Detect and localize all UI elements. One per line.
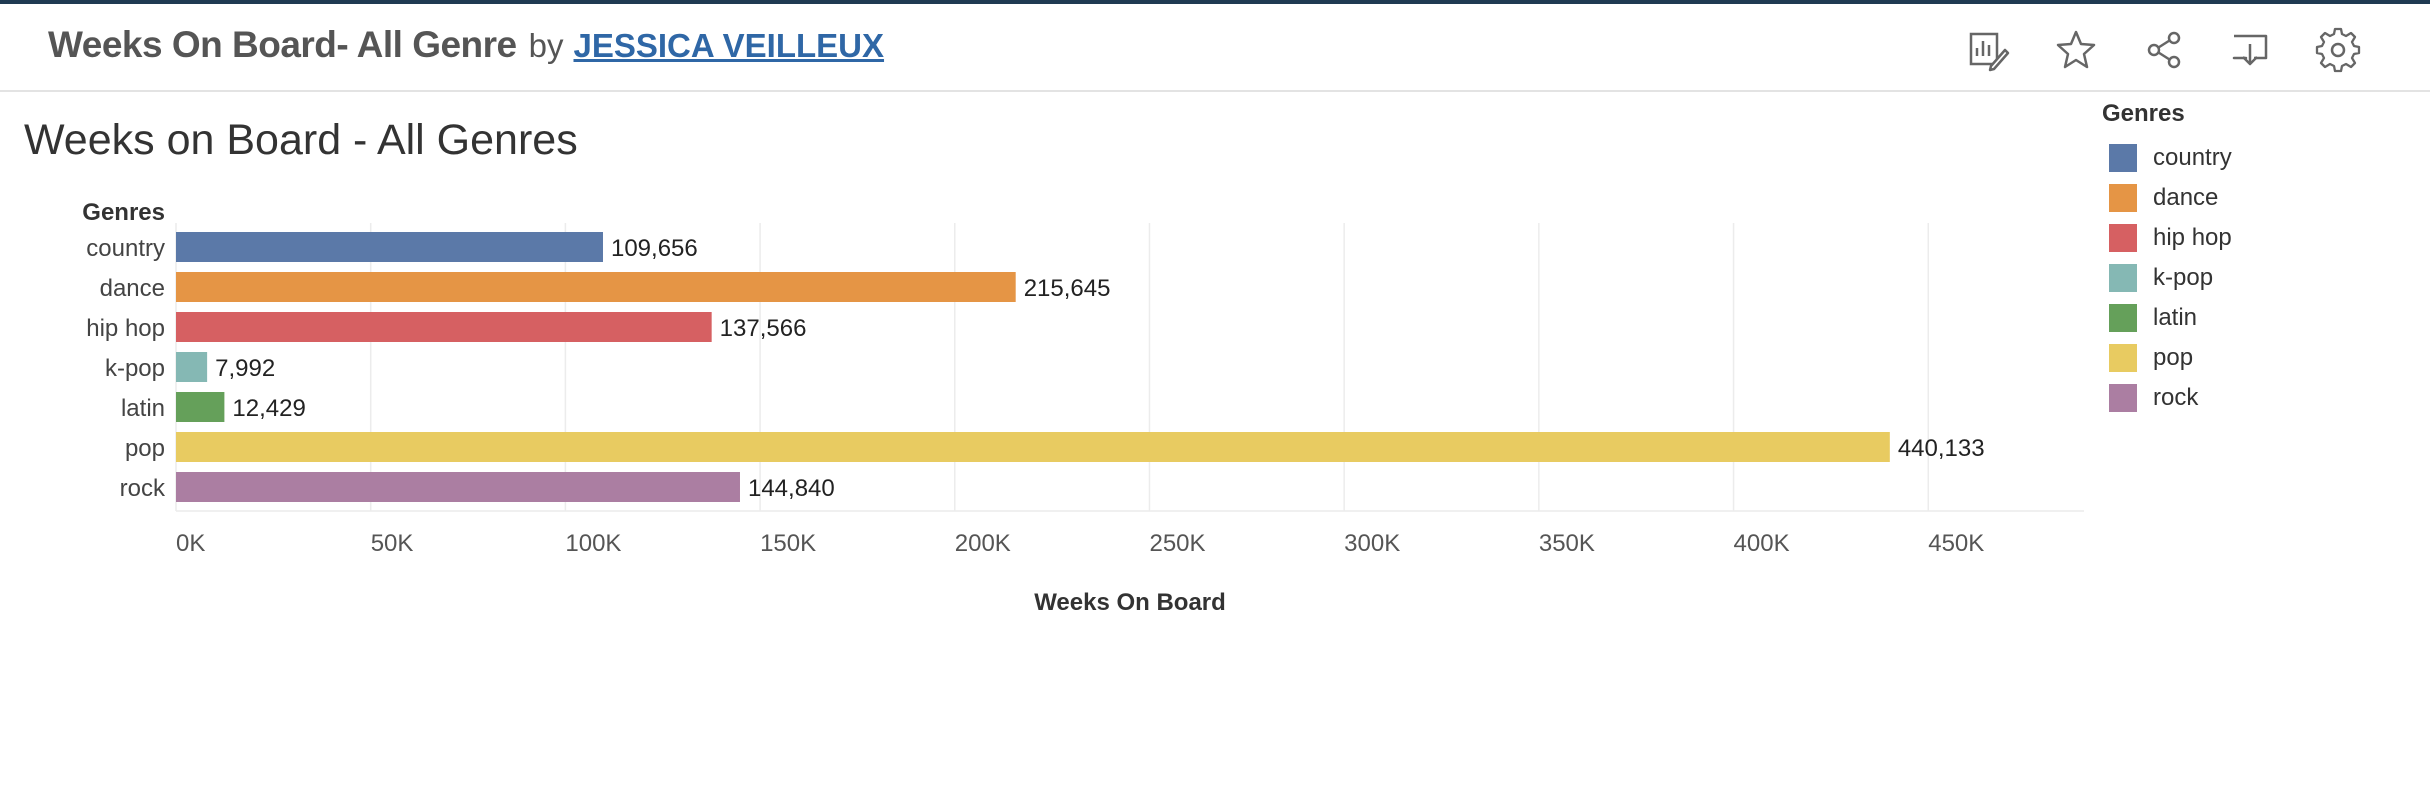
legend-swatch bbox=[2109, 144, 2137, 172]
sheet-title: Weeks on Board - All Genres bbox=[24, 116, 578, 164]
toolbar bbox=[0, 26, 2430, 74]
legend-label: hip hop bbox=[2153, 224, 2232, 251]
legend-label: k-pop bbox=[2153, 264, 2214, 291]
legend-swatch bbox=[2109, 304, 2137, 332]
edit-chart-icon bbox=[1969, 32, 2010, 72]
x-tick-label: 150K bbox=[760, 530, 816, 557]
legend-swatch bbox=[2109, 384, 2137, 412]
x-tick-label: 0K bbox=[176, 530, 205, 557]
edit-chart-button[interactable] bbox=[1963, 26, 2011, 74]
bar-k-pop[interactable] bbox=[176, 352, 208, 382]
bar-value-label: 12,429 bbox=[232, 395, 305, 422]
legend-label: pop bbox=[2153, 344, 2194, 371]
x-tick-label: 50K bbox=[371, 530, 414, 557]
viz-header: Weeks On Board- All Genre by JESSICA VEILL… bbox=[0, 4, 2430, 92]
legend-item-latin[interactable]: latin bbox=[2102, 298, 2402, 338]
bar-value-label: 440,133 bbox=[1898, 435, 1985, 462]
legend-swatch bbox=[2109, 224, 2137, 252]
x-tick-label: 450K bbox=[1928, 530, 1984, 557]
legend-swatch bbox=[2109, 264, 2137, 292]
bar-country[interactable] bbox=[176, 232, 603, 262]
x-tick-label: 300K bbox=[1344, 530, 1400, 557]
category-label: hip hop bbox=[86, 315, 165, 342]
legend: Genres country dance hip hop k-pop latin pop r… bbox=[2102, 100, 2402, 418]
x-tick-label: 250K bbox=[1149, 530, 1205, 557]
bar-value-label: 144,840 bbox=[748, 475, 835, 502]
legend-label: dance bbox=[2153, 184, 2219, 211]
legend-label: rock bbox=[2153, 384, 2199, 411]
bar-rock[interactable] bbox=[176, 472, 740, 502]
x-tick-label: 400K bbox=[1734, 530, 1790, 557]
settings-icon bbox=[2315, 27, 2361, 73]
favorite-button[interactable] bbox=[2052, 26, 2100, 74]
bar-hip-hop[interactable] bbox=[176, 312, 712, 342]
x-tick-label: 350K bbox=[1539, 530, 1595, 557]
legend-label: latin bbox=[2153, 304, 2198, 331]
category-label: latin bbox=[121, 395, 165, 422]
legend-item-dance[interactable]: dance bbox=[2102, 178, 2402, 218]
bar-pop[interactable] bbox=[176, 432, 1890, 462]
legend-swatch bbox=[2109, 184, 2137, 212]
bar-value-label: 137,566 bbox=[720, 315, 807, 342]
download-icon bbox=[2232, 34, 2268, 66]
share-button[interactable] bbox=[2140, 26, 2188, 74]
download-button[interactable] bbox=[2226, 26, 2274, 74]
bar-dance[interactable] bbox=[176, 272, 1016, 302]
legend-label: country bbox=[2153, 144, 2232, 171]
category-label: pop bbox=[125, 435, 165, 462]
share-icon bbox=[2147, 31, 2181, 69]
category-label: rock bbox=[120, 475, 166, 502]
legend-item-k-pop[interactable]: k-pop bbox=[2102, 258, 2402, 298]
legend-swatch bbox=[2109, 344, 2137, 372]
bar-chart: Genres country 109,656 dance 215,645 hip hop 1… bbox=[82, 199, 2084, 616]
x-tick-label: 200K bbox=[955, 530, 1011, 557]
star-icon bbox=[2056, 30, 2096, 69]
y-axis-title: Genres bbox=[82, 199, 165, 226]
bar-latin[interactable] bbox=[176, 392, 225, 422]
legend-title: Genres bbox=[2102, 100, 2185, 127]
legend-item-hip-hop[interactable]: hip hop bbox=[2102, 218, 2402, 258]
legend-item-country[interactable]: country bbox=[2102, 138, 2402, 178]
x-tick-label: 100K bbox=[565, 530, 621, 557]
x-axis-title: Weeks On Board bbox=[1034, 589, 1226, 616]
legend-items: country dance hip hop k-pop latin pop rock bbox=[2102, 138, 2402, 418]
bar-value-label: 215,645 bbox=[1024, 275, 1111, 302]
settings-button[interactable] bbox=[2314, 26, 2362, 74]
category-label: k-pop bbox=[105, 355, 165, 382]
category-label: country bbox=[86, 235, 165, 262]
bar-value-label: 109,656 bbox=[611, 235, 698, 262]
legend-item-rock[interactable]: rock bbox=[2102, 378, 2402, 418]
bar-value-label: 7,992 bbox=[215, 355, 275, 382]
legend-item-pop[interactable]: pop bbox=[2102, 338, 2402, 378]
category-label: dance bbox=[100, 275, 165, 302]
